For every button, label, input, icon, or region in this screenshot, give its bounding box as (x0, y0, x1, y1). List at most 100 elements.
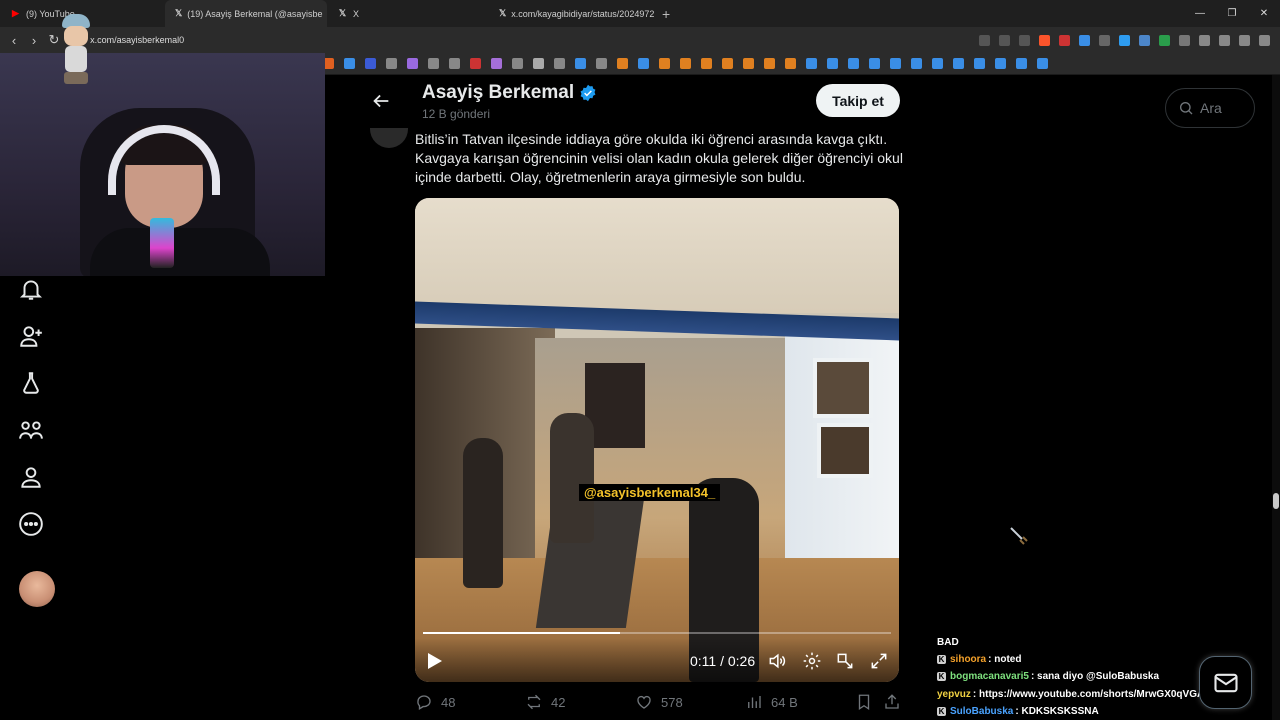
bookmark-favicon-icon[interactable] (554, 58, 565, 69)
bookmark-favicon-icon[interactable] (932, 58, 943, 69)
tab-status[interactable]: 𝕏 x.com/kayagibidiyar/status/2024972 (489, 0, 654, 27)
bookmark-favicon-icon[interactable] (407, 58, 418, 69)
play-icon[interactable] (427, 652, 443, 670)
bookmark-favicon-icon[interactable] (995, 58, 1006, 69)
back-nav-icon[interactable]: ‹ (4, 33, 24, 48)
extension-icon[interactable] (1139, 34, 1150, 46)
bookmark-favicon-icon[interactable] (596, 58, 607, 69)
menu-icon[interactable] (1259, 34, 1270, 46)
chat-text: : https://www.youtube.com/shorts/MrwGX0q… (972, 688, 1212, 700)
fullscreen-icon[interactable] (869, 651, 889, 671)
extension-icon[interactable] (1079, 34, 1090, 46)
bookmark-favicon-icon[interactable] (575, 58, 586, 69)
x-logo-icon: 𝕏 (175, 8, 183, 18)
extension-icon[interactable] (1179, 34, 1190, 46)
share-button[interactable] (883, 693, 909, 711)
tab-x[interactable]: 𝕏 X (327, 0, 489, 27)
bookmark-favicon-icon[interactable] (449, 58, 460, 69)
puzzle-icon[interactable] (1199, 34, 1210, 46)
bookmark-favicon-icon[interactable] (680, 58, 691, 69)
cast-icon[interactable] (999, 34, 1010, 46)
views-button[interactable]: 64 B (745, 693, 798, 711)
bookmark-favicon-icon[interactable] (1016, 58, 1027, 69)
like-button[interactable]: 578 (635, 693, 683, 711)
bookmark-favicon-icon[interactable] (827, 58, 838, 69)
video-scene-window (813, 358, 873, 418)
bookmark-favicon-icon[interactable] (764, 58, 775, 69)
bookmark-favicon-icon[interactable] (617, 58, 628, 69)
chat-message: Kbogmacanavari5: sana diyo @SuloBabuska (937, 668, 1207, 685)
tab-label: X (353, 8, 360, 19)
video-progress-bar[interactable] (423, 632, 891, 634)
bookmark-favicon-icon[interactable] (869, 58, 880, 69)
bookmark-favicon-icon[interactable] (701, 58, 712, 69)
bookmark-favicon-icon[interactable] (428, 58, 439, 69)
maximize-icon[interactable]: ❐ (1216, 8, 1248, 19)
forward-nav-icon[interactable]: › (24, 33, 44, 48)
volume-icon[interactable] (767, 651, 787, 671)
scrollbar-thumb[interactable] (1273, 493, 1279, 509)
stream-chat-overlay: BAD Ksihoora: noted Kbogmacanavari5: sana … (937, 634, 1211, 720)
communities-icon[interactable] (18, 417, 44, 443)
reply-button[interactable]: 48 (415, 693, 455, 711)
bookmark-favicon-icon[interactable] (911, 58, 922, 69)
page-scrollbar[interactable] (1272, 75, 1280, 720)
share-icon[interactable] (1019, 34, 1030, 46)
follow-user-icon[interactable] (18, 323, 44, 349)
bookmark-favicon-icon[interactable] (533, 58, 544, 69)
extension-icon[interactable] (1099, 34, 1110, 46)
bookmark-favicon-icon[interactable] (806, 58, 817, 69)
extension-icon[interactable] (1119, 34, 1130, 46)
minimize-icon[interactable]: — (1184, 8, 1216, 19)
video-controls: 0:11 / 0:26 (415, 638, 899, 682)
brave-shield-icon[interactable] (1039, 34, 1050, 46)
bookmark-favicon-icon[interactable] (512, 58, 523, 69)
new-tab-button[interactable]: + (654, 6, 678, 22)
grok-flask-icon[interactable] (18, 370, 44, 396)
share-icon (885, 694, 899, 709)
picture-in-picture-icon[interactable] (835, 651, 855, 671)
settings-gear-icon[interactable] (802, 651, 822, 671)
messages-button[interactable] (1199, 656, 1252, 709)
bookmark-favicon-icon[interactable] (953, 58, 964, 69)
tab-asayis-berkemal[interactable]: 𝕏 (19) Asayiş Berkemal (@asayisbe × (165, 0, 327, 27)
more-icon[interactable] (18, 511, 44, 537)
bookmark-favicon-icon[interactable] (386, 58, 397, 69)
bookmark-favicon-icon[interactable] (785, 58, 796, 69)
notifications-bell-icon[interactable] (18, 276, 44, 302)
bookmark-favicon-icon[interactable] (890, 58, 901, 69)
bookmark-favicon-icon[interactable] (470, 58, 481, 69)
bookmark-button[interactable] (855, 693, 881, 711)
reply-icon (417, 695, 431, 710)
account-avatar[interactable] (19, 571, 55, 607)
close-window-icon[interactable]: ✕ (1248, 8, 1280, 19)
playlist-icon[interactable] (1239, 34, 1250, 46)
follow-button[interactable]: Takip et (816, 84, 900, 117)
bookmark-favicon-icon[interactable] (722, 58, 733, 69)
reply-count: 48 (441, 694, 456, 710)
bookmark-favicon-icon[interactable] (638, 58, 649, 69)
bookmark-favicon-icon[interactable] (659, 58, 670, 69)
bookmark-favicon-icon[interactable] (491, 58, 502, 69)
video-player[interactable]: @asayisberkemal34_ 0:11 / 0:26 (415, 198, 899, 682)
x-logo-icon: 𝕏 (499, 8, 507, 18)
bookmark-favicon-icon[interactable] (974, 58, 985, 69)
bookmark-favicon-icon[interactable] (1037, 58, 1048, 69)
bookmark-favicon-icon[interactable] (365, 58, 376, 69)
search-box[interactable]: Ara (1165, 88, 1255, 128)
profile-icon[interactable] (18, 464, 44, 490)
back-arrow-icon[interactable] (370, 90, 392, 112)
video-scene-door (585, 363, 645, 448)
bookmark-favicon-icon[interactable] (743, 58, 754, 69)
extension-icon[interactable] (1159, 34, 1170, 46)
bookmark-favicon-icon[interactable] (848, 58, 859, 69)
extension-icon[interactable] (1059, 34, 1070, 46)
sidebar-icon[interactable] (1219, 34, 1230, 46)
bookmark-favicon-icon[interactable] (344, 58, 355, 69)
zoom-icon[interactable] (979, 34, 990, 46)
video-scene-ceiling (415, 198, 899, 313)
microphone (150, 218, 174, 268)
tweet-actions: 48 42 578 64 B (415, 693, 915, 715)
repost-button[interactable]: 42 (525, 693, 565, 711)
chat-message: BAD (937, 634, 1207, 651)
